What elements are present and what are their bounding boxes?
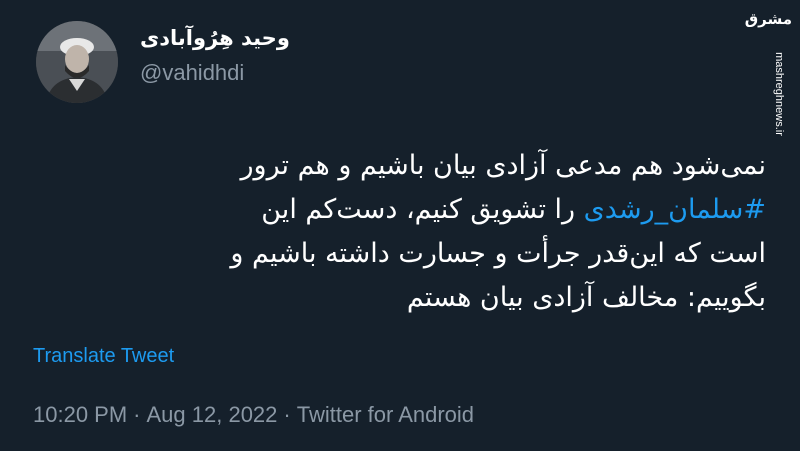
tweet-line-4: بگوییم: مخالف آزادی بیان هستم bbox=[406, 282, 766, 313]
author-handle[interactable]: @vahidhdi bbox=[140, 60, 244, 86]
tweet-line-1: نمی‌شود هم مدعی آزادی بیان باشیم و هم تر… bbox=[240, 150, 766, 181]
tweet-line-2: را تشویق کنیم، دست‌کم این bbox=[261, 194, 584, 225]
author-display-name[interactable]: وحید هِرُوآبادی bbox=[140, 26, 300, 50]
avatar[interactable] bbox=[36, 21, 118, 103]
tweet-source[interactable]: Twitter for Android bbox=[297, 402, 474, 427]
tweet-text: نمی‌شود هم مدعی آزادی بیان باشیم و هم تر… bbox=[32, 144, 766, 320]
tweet-time[interactable]: 10:20 PM bbox=[33, 402, 127, 427]
tweet-line-3: است که این‌قدر جرأت و جسارت داشته باشیم … bbox=[230, 238, 766, 269]
watermark-logo: مشرق bbox=[744, 10, 792, 28]
meta-separator: · bbox=[283, 402, 291, 427]
tweet-date[interactable]: Aug 12, 2022 bbox=[147, 402, 278, 427]
meta-separator: · bbox=[133, 402, 141, 427]
avatar-photo bbox=[36, 21, 118, 103]
translate-tweet-link[interactable]: Translate Tweet bbox=[33, 345, 174, 368]
watermark-url: mashreghnews.ir bbox=[773, 52, 785, 136]
tweet-metadata: 10:20 PM · Aug 12, 2022 · Twitter for Androi… bbox=[33, 402, 474, 428]
hashtag-link[interactable]: #سلمان_رشدی bbox=[584, 194, 766, 225]
watermark: مشرق mashreghnews.ir bbox=[745, 6, 794, 144]
